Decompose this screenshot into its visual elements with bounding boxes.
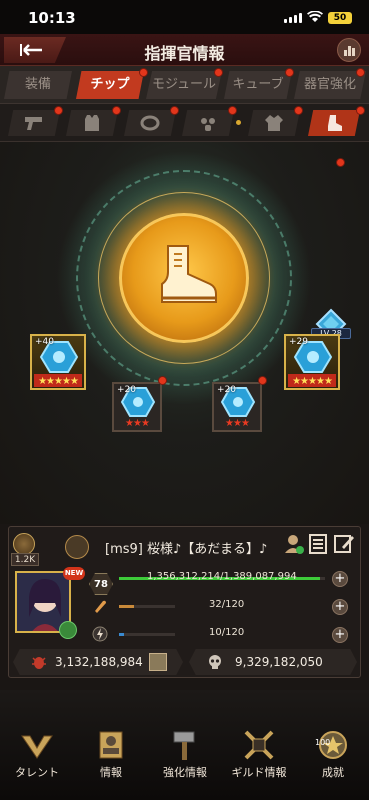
info-icon [99,731,123,759]
add-button[interactable]: + [332,571,348,587]
talent-icon [21,735,53,759]
shop-icon[interactable] [149,653,167,671]
nav-enhance[interactable]: 強化情報 [148,728,222,784]
star-rating: ★★★★★ [292,376,333,387]
gas-mask-icon [201,118,215,131]
notification-dot [214,68,223,77]
nav-talent[interactable]: タレント [0,728,74,784]
profile-user-icon[interactable] [283,533,305,555]
achievement-badge: 100 [315,738,331,747]
rank-emblem-icon[interactable] [65,535,89,559]
stat-bar-fill [119,605,134,608]
chip-stage: LV 28 +40 ★★★★★ +29 ★★★★★ +20 ★★★ +20 ★★… [0,142,369,524]
notification-dot [112,106,121,115]
battery-icon: 50 [328,12,352,24]
notification-dot [258,376,267,385]
tab-chip[interactable]: チップ [76,71,144,99]
equip-slot-belt[interactable] [124,110,176,136]
armor-vest-icon [85,115,99,131]
belt-icon [140,115,160,131]
nav-guild[interactable]: ギルド情報 [222,728,296,784]
equip-slot-boots[interactable] [308,110,360,136]
add-button[interactable]: + [332,627,348,643]
guild-icon [244,730,274,760]
nav-info[interactable]: 情報 [74,728,148,784]
signal-icon [284,13,302,23]
skull-icon [209,655,221,669]
tab-organ-enhance[interactable]: 器官強化 [294,71,366,99]
resource-bar-right: 9,329,182,050 [189,649,357,675]
notification-dot [170,106,179,115]
equip-slot-jacket[interactable] [248,110,300,136]
nav-achievement[interactable]: 成就 [296,728,369,784]
chip-slot-left[interactable]: +40 ★★★★★ [30,334,86,390]
boot-icon [328,115,342,131]
notification-dot [139,68,148,77]
stat-bar-track [119,633,175,636]
add-button[interactable]: + [332,599,348,615]
tab-module[interactable]: モジュール [146,71,222,99]
new-badge: NEW [63,567,85,580]
resource-value: 9,329,182,050 [235,655,323,669]
notification-dot [294,106,303,115]
stat-value: 10/120 [209,627,245,638]
equip-slot-mask[interactable] [182,110,234,136]
hammer-icon [173,731,195,760]
notification-dot [356,68,365,77]
chip-slot-bottom-left[interactable]: +20 ★★★ [112,382,162,432]
bug-icon [32,657,46,669]
edit-icon[interactable] [333,533,355,555]
stat-value: 1,356,312,214/1,389,087,994 [147,571,297,582]
notification-dot [54,106,63,115]
medal-value: 1.2K [11,553,39,566]
header-bar: 指揮官情報 [0,34,369,66]
star-rating: ★★★ [225,418,250,429]
jacket-icon [265,115,283,131]
level-indicator: 78 [89,573,113,595]
stat-bar-fill [119,633,124,636]
refresh-icon[interactable] [59,621,77,639]
equip-slot-armor[interactable] [66,110,118,136]
notification-dot [356,106,365,115]
pistol-icon [25,117,42,130]
notification-dot [158,376,167,385]
commander-name: [ms9] 桜様♪【あだまる】♪ [105,542,268,557]
clock: 10:13 [28,9,76,27]
center-slot[interactable] [119,213,249,343]
boot-icon [161,245,217,303]
stat-value: 32/120 [209,599,245,610]
chip-slot-right[interactable]: +29 ★★★★★ [284,334,340,390]
notification-dot [336,158,345,167]
equip-slot-weapon[interactable] [8,110,60,136]
list-icon[interactable] [307,533,329,555]
resource-value: 3,132,188,984 [55,655,143,669]
status-bar: 10:13 50 [0,0,369,34]
ranking-icon[interactable] [337,38,361,62]
star-rating: ★★★★★ [38,376,79,387]
notification-dot [228,106,237,115]
star-rating: ★★★ [125,418,150,429]
notification-dot [236,120,241,125]
chip-slot-bottom-right[interactable]: +20 ★★★ [212,382,262,432]
wifi-icon [307,11,323,22]
bottom-nav: タレント 情報 強化情報 ギルド情報 成就 [0,690,369,800]
tab-bar: 装備 チップ モジュール キューブ 器官強化 [0,66,369,104]
medal-icon[interactable] [13,533,35,555]
bullet-icon [95,600,106,613]
energy-icon [92,626,108,642]
notification-dot [285,68,294,77]
commander-panel: 1.2K [ms9] 桜様♪【あだまる】♪ NEW 78 1,356,312,2… [8,526,361,678]
tab-equipment[interactable]: 装備 [4,71,72,99]
page-title: 指揮官情報 [144,44,225,63]
tab-cube[interactable]: キューブ [224,71,292,99]
